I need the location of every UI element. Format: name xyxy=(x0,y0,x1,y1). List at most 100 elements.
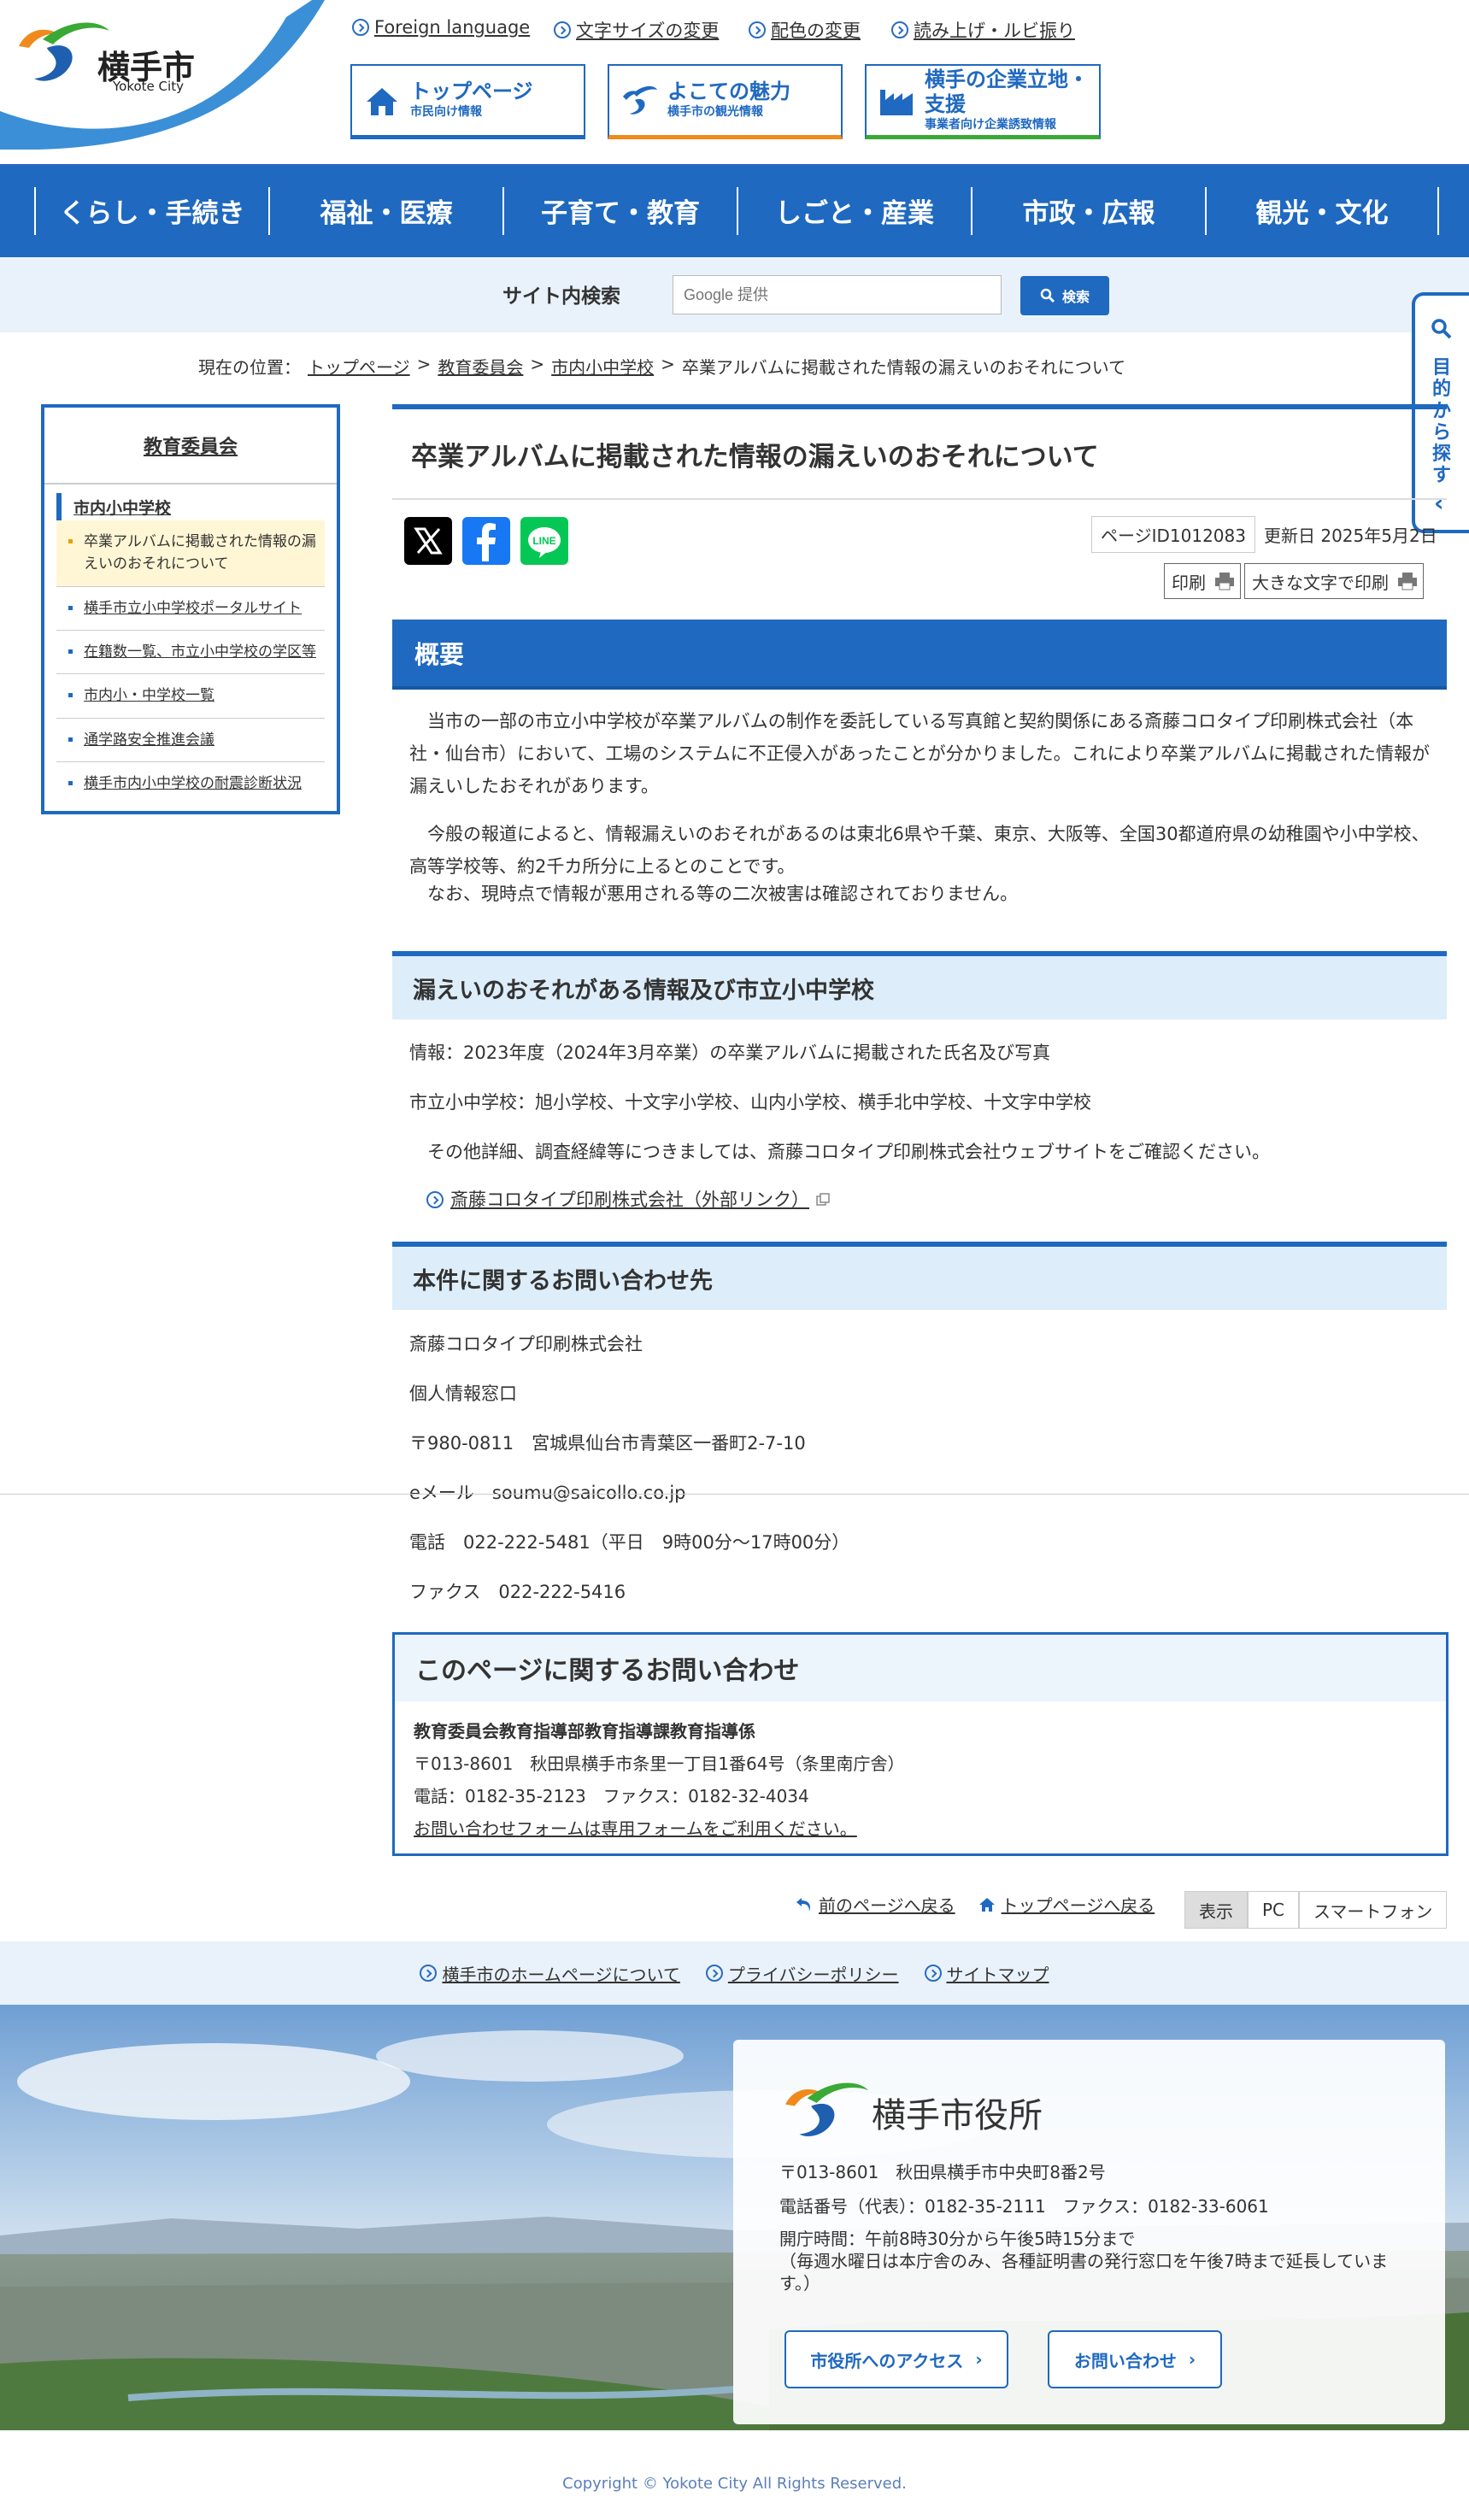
color-scheme-link[interactable]: 配色の変更 xyxy=(749,17,861,43)
chevron-circle-icon xyxy=(352,19,369,36)
top-page-link[interactable]: トップページへ戻る xyxy=(978,1892,1155,1917)
chevron-circle-icon xyxy=(705,1965,723,1982)
search-label: サイト内検索 xyxy=(502,285,620,308)
contact-address: 〒013-8601 秋田県横手市条里一丁目1番64号（条里南庁舎） xyxy=(414,1753,905,1774)
top-page-button[interactable]: トップページ 市民向け情報 xyxy=(350,64,585,139)
sidebar-item-current: 卒業アルバムに掲載された情報の漏えいのおそれについて xyxy=(56,520,325,587)
contact-phone: 電話：0182-35-2123 ファクス：0182-32-4034 xyxy=(414,1786,809,1806)
gnav-item-work[interactable]: しごと・産業 xyxy=(737,186,971,235)
line-share-icon[interactable]: LINE xyxy=(520,517,568,565)
leak-info-text: 情報：2023年度（2024年3月卒業）の卒業アルバムに掲載された氏名及び写真 xyxy=(409,1043,1051,1063)
back-link[interactable]: 前のページへ戻る xyxy=(795,1892,955,1917)
page-title: 卒業アルバムに掲載された情報の漏えいのおそれについて xyxy=(392,404,1447,500)
logo-subtext: Yokote City xyxy=(113,79,184,94)
site-header: 横手市 Yokote City Foreign language 文字サイズの変… xyxy=(0,0,1469,164)
text-size-link[interactable]: 文字サイズの変更 xyxy=(554,17,719,43)
foreign-language-link[interactable]: Foreign language xyxy=(352,17,530,38)
city-emblem-icon xyxy=(785,2082,869,2136)
search-icon xyxy=(1040,288,1055,303)
leak-schools-text: 市立小中学校：旭小学校、十文字小学校、山内小学校、横手北中学校、十文字中学校 xyxy=(409,1092,1091,1113)
view-switch: 表示 PC スマートフォン xyxy=(1184,1891,1448,1929)
overview-paragraph: 当市の一部の市立小中学校が卒業アルバムの制作を委託している写真館と契約関係にある… xyxy=(409,711,1431,796)
contact-department: 教育委員会教育指導部教育指導課教育指導係 xyxy=(414,1721,755,1742)
overview-paragraph: 今般の報道によると、情報漏えいのおそれがあるのは東北6県や千葉、東京、大阪等、全… xyxy=(409,824,1430,877)
inquiry-line: 個人情報窓口 xyxy=(409,1383,517,1404)
external-link[interactable]: 斎藤コロタイプ印刷株式会社（外部リンク） xyxy=(426,1184,1448,1216)
tourism-button[interactable]: よこての魅力 横手市の観光情報 xyxy=(608,64,843,139)
chevron-circle-icon xyxy=(426,1191,444,1208)
footer-links: 横手市のホームページについて プライバシーポリシー サイトマップ xyxy=(0,1941,1469,2005)
breadcrumb: 現在の位置： トップページ > 教育委員会 > 市内小中学校 > 卒業アルバムに… xyxy=(198,354,1126,379)
inquiry-phone: 電話 022-222-5481（平日 9時00分～17時00分） xyxy=(409,1532,850,1553)
inquiry-heading: 本件に関するお問い合わせ先 xyxy=(392,1242,1447,1310)
inquiry-line: 斎藤コロタイプ印刷株式会社 xyxy=(409,1334,643,1354)
breadcrumb-link[interactable]: トップページ xyxy=(308,354,410,379)
back-arrow-icon xyxy=(796,1897,810,1912)
page-contact-box: このページに関するお問い合わせ 教育委員会教育指導部教育指導課教育指導係 〒01… xyxy=(392,1632,1448,1856)
print-large-button[interactable]: 大きな文字で印刷 xyxy=(1244,563,1424,599)
printer-icon xyxy=(1398,573,1417,590)
leak-note-text: その他詳細、調査経緯等につきましては、斎藤コロタイプ印刷株式会社ウェブサイトをご… xyxy=(427,1142,1270,1162)
city-hall-address: 〒013-8601 秋田県横手市中央町8番2号 xyxy=(779,2162,1106,2182)
gnav-item-childcare[interactable]: 子育て・教育 xyxy=(502,186,737,235)
view-smartphone-button[interactable]: スマートフォン xyxy=(1299,1891,1448,1929)
gnav-item-living[interactable]: くらし・手続き xyxy=(34,186,268,235)
home-icon xyxy=(978,1897,995,1912)
business-support-button[interactable]: 横手の企業立地・支援 事業者向け企業誘致情報 xyxy=(865,64,1101,139)
inquiry-email: eメール soumu@saicollo.co.jp xyxy=(409,1483,686,1503)
inquiry-fax: ファクス 022-222-5416 xyxy=(409,1582,626,1602)
sidebar-item[interactable]: 横手市内小中学校の耐震診断状況 xyxy=(56,762,325,805)
sidebar-category[interactable]: 市内小中学校 xyxy=(56,493,325,520)
global-navigation: くらし・手続き 福祉・医療 子育て・教育 しごと・産業 市政・広報 観光・文化 xyxy=(0,164,1469,257)
search-input[interactable] xyxy=(673,275,1002,314)
breadcrumb-link[interactable]: 市内小中学校 xyxy=(551,354,654,379)
privacy-policy-link[interactable]: プライバシーポリシー xyxy=(705,1961,899,1986)
chevron-circle-icon xyxy=(749,21,766,38)
page-id: ページID1012083 xyxy=(1091,516,1255,553)
view-pc-button[interactable]: PC xyxy=(1248,1891,1300,1929)
overview-paragraph: なお、現時点で情報が悪用される等の二次被害は確認されておりません。 xyxy=(427,884,1019,904)
sidebar-item[interactable]: 在籍数一覧、市立小中学校の学区等 xyxy=(56,631,325,675)
sidebar: 教育委員会 市内小中学校 卒業アルバムに掲載された情報の漏えいのおそれについて … xyxy=(41,404,340,814)
external-link-icon xyxy=(816,1193,830,1206)
print-button[interactable]: 印刷 xyxy=(1164,563,1241,599)
sidebar-item[interactable]: 横手市立小中学校ポータルサイト xyxy=(56,587,325,631)
sidebar-item[interactable]: 通学路安全推進会議 xyxy=(56,719,325,763)
breadcrumb-current: 卒業アルバムに掲載された情報の漏えいのおそれについて xyxy=(681,357,1126,378)
city-hall-hours-note: （毎週水曜日は本庁舎のみ、各種証明書の発行窓口を午後7時まで延長しています。） xyxy=(779,2251,1389,2294)
gnav-item-tourism[interactable]: 観光・文化 xyxy=(1205,186,1439,235)
access-button[interactable]: 市役所へのアクセス › xyxy=(784,2330,1008,2388)
gnav-item-city-admin[interactable]: 市政・広報 xyxy=(971,186,1205,235)
city-emblem-icon xyxy=(623,85,657,115)
city-hall-hours: 開庁時間：午前8時30分から午後5時15分まで xyxy=(779,2229,1136,2249)
city-emblem-icon xyxy=(19,22,109,81)
gnav-item-welfare[interactable]: 福祉・医療 xyxy=(268,186,502,235)
printer-icon xyxy=(1215,573,1234,590)
copyright: Copyright © Yokote City All Rights Reser… xyxy=(562,2475,907,2493)
contact-button[interactable]: お問い合わせ › xyxy=(1048,2330,1222,2388)
view-label: 表示 xyxy=(1184,1891,1248,1929)
contact-form-link[interactable]: お問い合わせフォームは専用フォームをご利用ください。 xyxy=(414,1818,857,1839)
footer-city-hall-card: 横手市役所 〒013-8601 秋田県横手市中央町8番2号 電話番号（代表）：0… xyxy=(733,2040,1445,2424)
svg-text:LINE: LINE xyxy=(532,535,555,547)
facebook-share-icon[interactable] xyxy=(462,517,510,565)
inquiry-line: 〒980-0811 宮城県仙台市青葉区一番町2-7-10 xyxy=(409,1433,806,1454)
chevron-circle-icon xyxy=(924,1965,942,1982)
sidebar-item[interactable]: 市内小・中学校一覧 xyxy=(56,674,325,719)
breadcrumb-link[interactable]: 教育委員会 xyxy=(438,354,523,379)
city-hall-name: 横手市役所 xyxy=(872,2096,1043,2135)
leak-info-heading: 漏えいのおそれがある情報及び市立小中学校 xyxy=(392,951,1447,1019)
overview-heading: 概要 xyxy=(392,620,1447,690)
about-site-link[interactable]: 横手市のホームページについて xyxy=(420,1961,680,1986)
x-share-icon[interactable] xyxy=(404,517,452,565)
sitemap-link[interactable]: サイトマップ xyxy=(924,1961,1049,1986)
divider xyxy=(0,1494,1469,1495)
chevron-right-icon: › xyxy=(1188,2349,1196,2370)
search-icon xyxy=(1431,319,1452,339)
page-back-links: 前のページへ戻る トップページへ戻る xyxy=(795,1892,1155,1917)
chevron-circle-icon xyxy=(420,1965,438,1982)
sidebar-title[interactable]: 教育委員会 xyxy=(44,408,337,485)
search-button[interactable]: 検索 xyxy=(1020,276,1109,315)
read-aloud-ruby-link[interactable]: 読み上げ・ルビ振り xyxy=(891,17,1075,43)
factory-icon xyxy=(880,89,913,115)
